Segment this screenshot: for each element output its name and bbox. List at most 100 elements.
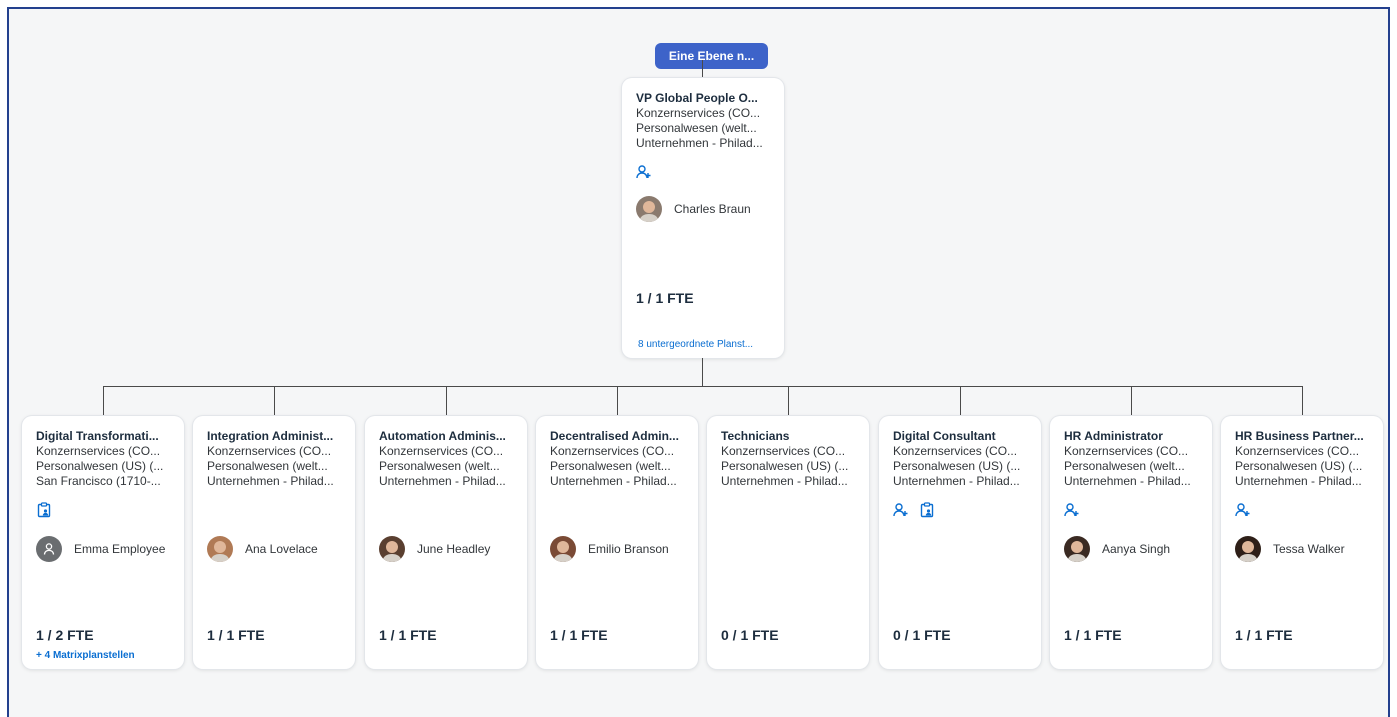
position-detail: Konzernservices (CO... xyxy=(550,444,675,458)
position-detail: Personalwesen (welt... xyxy=(550,459,671,473)
position-detail: Personalwesen (US) (... xyxy=(893,459,1021,473)
position-title: Technicians xyxy=(721,429,790,443)
position-detail: Konzernservices (CO... xyxy=(721,444,846,458)
position-card[interactable]: Digital Transformati... Konzernservices (… xyxy=(22,416,184,669)
incumbent[interactable]: Emilio Branson xyxy=(550,536,669,562)
position-detail: Konzernservices (CO... xyxy=(379,444,504,458)
position-detail: Unternehmen - Philad... xyxy=(550,474,677,488)
position-detail: Konzernservices (CO... xyxy=(1235,444,1360,458)
person-name: Emma Employee xyxy=(74,542,166,556)
position-title: HR Business Partner... xyxy=(1235,429,1364,443)
fte-count: 1 / 1 FTE xyxy=(550,627,608,643)
connector-line xyxy=(788,386,789,417)
fte-count: 0 / 1 FTE xyxy=(721,627,779,643)
action-icons xyxy=(636,164,652,180)
position-detail: Konzernservices (CO... xyxy=(36,444,161,458)
avatar xyxy=(36,536,62,562)
action-icons xyxy=(893,502,935,518)
connector-line xyxy=(1131,386,1132,417)
position-card[interactable]: Technicians Konzernservices (CO... Persona… xyxy=(707,416,869,669)
person-name: Emilio Branson xyxy=(588,542,669,556)
clipboard-person-icon[interactable] xyxy=(36,502,52,518)
incumbent[interactable]: Ana Lovelace xyxy=(207,536,318,562)
position-detail: Unternehmen - Philad... xyxy=(1064,474,1191,488)
position-detail: Unternehmen - Philad... xyxy=(1235,474,1362,488)
position-detail: Konzernservices (CO... xyxy=(893,444,1018,458)
clipboard-person-icon[interactable] xyxy=(919,502,935,518)
incumbent[interactable]: Charles Braun xyxy=(636,196,751,222)
fte-count: 1 / 1 FTE xyxy=(1064,627,1122,643)
position-detail: Unternehmen - Philad... xyxy=(379,474,506,488)
connector-line xyxy=(1302,386,1303,417)
connector-line xyxy=(617,386,618,417)
avatar xyxy=(636,196,662,222)
action-icons xyxy=(36,502,52,518)
person-name: Aanya Singh xyxy=(1102,542,1171,556)
fte-count: 1 / 1 FTE xyxy=(207,627,265,643)
action-icons xyxy=(1064,502,1080,518)
position-title: Digital Consultant xyxy=(893,429,996,443)
position-title: HR Administrator xyxy=(1064,429,1163,443)
position-title: Digital Transformati... xyxy=(36,429,159,443)
connector-line xyxy=(274,386,275,417)
fte-count: 1 / 1 FTE xyxy=(636,290,694,306)
person-name: Ana Lovelace xyxy=(245,542,318,556)
person-name: Tessa Walker xyxy=(1273,542,1345,556)
position-detail: Konzernservices (CO... xyxy=(207,444,332,458)
position-detail: San Francisco (1710-... xyxy=(36,474,161,488)
avatar xyxy=(207,536,233,562)
position-card[interactable]: Automation Adminis... Konzernservices (CO… xyxy=(365,416,527,669)
action-icons xyxy=(1235,502,1251,518)
position-detail: Unternehmen - Philad... xyxy=(636,136,763,150)
incumbent[interactable]: June Headley xyxy=(379,536,490,562)
add-person-icon[interactable] xyxy=(893,502,909,518)
position-detail: Personalwesen (welt... xyxy=(379,459,500,473)
position-detail: Personalwesen (US) (... xyxy=(1235,459,1363,473)
position-detail: Unternehmen - Philad... xyxy=(207,474,334,488)
connector-line xyxy=(702,358,703,387)
connector-line xyxy=(446,386,447,417)
position-card[interactable]: Decentralised Admin... Konzernservices (C… xyxy=(536,416,698,669)
position-card[interactable]: Digital Consultant Konzernservices (CO...… xyxy=(879,416,1041,669)
position-detail: Personalwesen (welt... xyxy=(207,459,328,473)
connector-line xyxy=(702,60,703,78)
position-title: Automation Adminis... xyxy=(379,429,506,443)
navigate-up-button[interactable]: Eine Ebene n... xyxy=(655,43,768,69)
add-person-icon[interactable] xyxy=(1064,502,1080,518)
position-detail: Konzernservices (CO... xyxy=(1064,444,1189,458)
position-detail: Personalwesen (US) (... xyxy=(36,459,164,473)
position-detail: Unternehmen - Philad... xyxy=(721,474,848,488)
incumbent[interactable]: Tessa Walker xyxy=(1235,536,1345,562)
position-detail: Personalwesen (US) (... xyxy=(721,459,849,473)
position-title: Decentralised Admin... xyxy=(550,429,679,443)
position-title: Integration Administ... xyxy=(207,429,334,443)
fte-count: 0 / 1 FTE xyxy=(893,627,951,643)
fte-count: 1 / 1 FTE xyxy=(379,627,437,643)
matrix-positions-link[interactable]: + 4 Matrixplanstellen xyxy=(36,650,135,661)
avatar xyxy=(550,536,576,562)
position-detail: Konzernservices (CO... xyxy=(636,106,761,120)
fte-count: 1 / 1 FTE xyxy=(1235,627,1293,643)
avatar xyxy=(379,536,405,562)
position-detail: Unternehmen - Philad... xyxy=(893,474,1020,488)
add-person-icon[interactable] xyxy=(1235,502,1251,518)
avatar xyxy=(1235,536,1261,562)
incumbent[interactable]: Aanya Singh xyxy=(1064,536,1170,562)
position-card[interactable]: HR Business Partner... Konzernservices (C… xyxy=(1221,416,1383,669)
person-placeholder-icon xyxy=(43,543,55,555)
connector-line xyxy=(103,386,104,417)
subordinate-positions-link[interactable]: 8 untergeordnete Planst... xyxy=(638,339,753,350)
position-card[interactable]: HR Administrator Konzernservices (CO... Pe… xyxy=(1050,416,1212,669)
fte-count: 1 / 2 FTE xyxy=(36,627,94,643)
incumbent[interactable]: Emma Employee xyxy=(36,536,165,562)
avatar xyxy=(1064,536,1090,562)
position-title: VP Global People O... xyxy=(636,91,758,105)
position-detail: Personalwesen (welt... xyxy=(1064,459,1185,473)
person-name: Charles Braun xyxy=(674,202,751,216)
root-position-card[interactable]: VP Global People O... Konzernservices (CO… xyxy=(622,78,784,358)
position-detail: Personalwesen (welt... xyxy=(636,121,757,135)
person-name: June Headley xyxy=(417,542,491,556)
position-card[interactable]: Integration Administ... Konzernservices (… xyxy=(193,416,355,669)
add-person-icon[interactable] xyxy=(636,164,652,180)
connector-line xyxy=(103,386,1303,387)
